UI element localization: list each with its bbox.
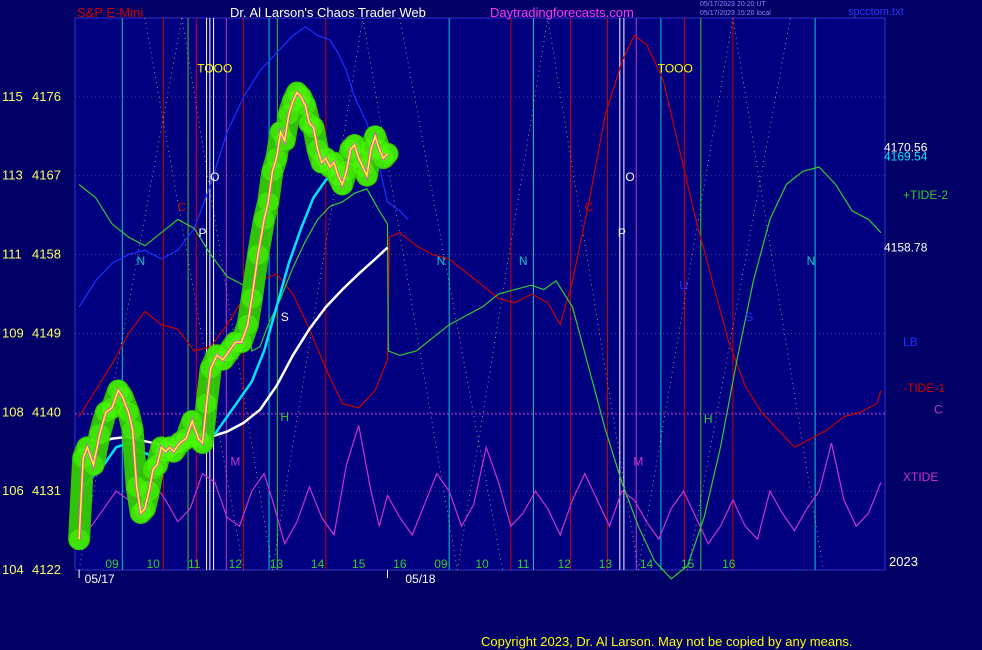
- x-tick-label: 15: [681, 557, 695, 571]
- cycle-marker: U: [679, 279, 688, 293]
- legend-entry: LB: [903, 335, 918, 349]
- x-tick-label: 16: [393, 557, 407, 571]
- y-tick-label-right: 4158: [32, 247, 61, 262]
- x-tick-label: 14: [311, 557, 325, 571]
- x-tick-label: 13: [270, 557, 284, 571]
- cycle-marker: C: [585, 200, 594, 214]
- year-label: 2023: [889, 554, 918, 569]
- x-tick-label: 12: [229, 557, 243, 571]
- cycle-marker: O: [210, 170, 219, 184]
- cycle-marker: S: [745, 310, 753, 324]
- x-tick-label: 11: [517, 557, 530, 571]
- cycle-marker: H: [704, 412, 713, 426]
- cycle-marker: H: [280, 410, 289, 424]
- site-link[interactable]: Daytradingforecasts.com: [490, 5, 634, 20]
- x-tick-label: 13: [599, 557, 613, 571]
- price-label: 4169.54: [884, 149, 928, 163]
- x-tick-label: 15: [352, 557, 366, 571]
- cycle-marker: M: [230, 455, 240, 469]
- cycle-marker: N: [519, 254, 528, 268]
- x-date-label: 05/18: [405, 572, 435, 586]
- file-name: spcctom.txt: [848, 6, 904, 18]
- cycle-marker: P: [198, 226, 206, 240]
- y-tick-label-right: 4140: [32, 404, 61, 419]
- y-tick-label-left: 115: [2, 89, 23, 104]
- x-tick-label: 16: [722, 557, 736, 571]
- y-tick-label-left: 108: [2, 404, 24, 419]
- timestamp-ut: 05/17/2023 20:20 UT: [700, 1, 766, 8]
- y-tick-label-left: 113: [2, 168, 23, 183]
- cycle-marker: N: [136, 254, 145, 268]
- legend-entry: XTIDE: [903, 470, 938, 484]
- y-tick-label-right: 4122: [32, 562, 61, 577]
- y-tick-label-left: 109: [2, 325, 24, 340]
- x-tick-label: 11: [188, 557, 201, 571]
- cycle-marker: S: [281, 310, 289, 324]
- cycle-marker: N: [807, 254, 816, 268]
- chart-title: Dr. Al Larson's Chaos Trader Web: [230, 5, 426, 20]
- legend-entry: +TIDE-2: [903, 188, 948, 202]
- cycle-marker: P: [618, 226, 626, 240]
- x-tick-label: 12: [558, 557, 572, 571]
- x-tick-label: 09: [105, 557, 119, 571]
- copyright-notice: Copyright 2023, Dr. Al Larson. May not b…: [481, 634, 853, 649]
- legend-entry: C: [934, 403, 943, 417]
- y-tick-label-right: 4149: [32, 325, 61, 340]
- cycle-marker: C: [178, 200, 187, 214]
- cycle-marker: TOOO: [197, 61, 232, 75]
- chart: TOOOOPCNSHMN NCTOOOOPMUSHN 104 4122106 4131…: [2, 17, 948, 586]
- timestamp-local: 05/17/2023 15:20 local: [700, 10, 771, 17]
- y-tick-label-left: 106: [2, 483, 24, 498]
- cycle-marker: N: [437, 254, 446, 268]
- x-tick-label: 10: [146, 557, 160, 571]
- instrument-label: S&P E-Mini: [77, 5, 144, 20]
- cycle-marker: TOOO: [658, 61, 693, 75]
- y-tick-label-left: 111: [2, 247, 22, 262]
- y-tick-label-left: 104: [2, 562, 24, 577]
- price-label: 4158.78: [884, 241, 928, 255]
- y-tick-label-right: 4167: [32, 168, 61, 183]
- cycle-marker: O: [625, 170, 634, 184]
- legend-entry: -TIDE-1: [903, 381, 945, 395]
- cycle-marker: M: [633, 455, 643, 469]
- x-tick-label: 14: [640, 557, 654, 571]
- y-tick-label-right: 4176: [32, 89, 61, 104]
- x-tick-label: 09: [434, 557, 448, 571]
- x-date-label: 05/17: [85, 572, 115, 586]
- y-tick-label-right: 4131: [32, 483, 61, 498]
- x-tick-label: 10: [475, 557, 489, 571]
